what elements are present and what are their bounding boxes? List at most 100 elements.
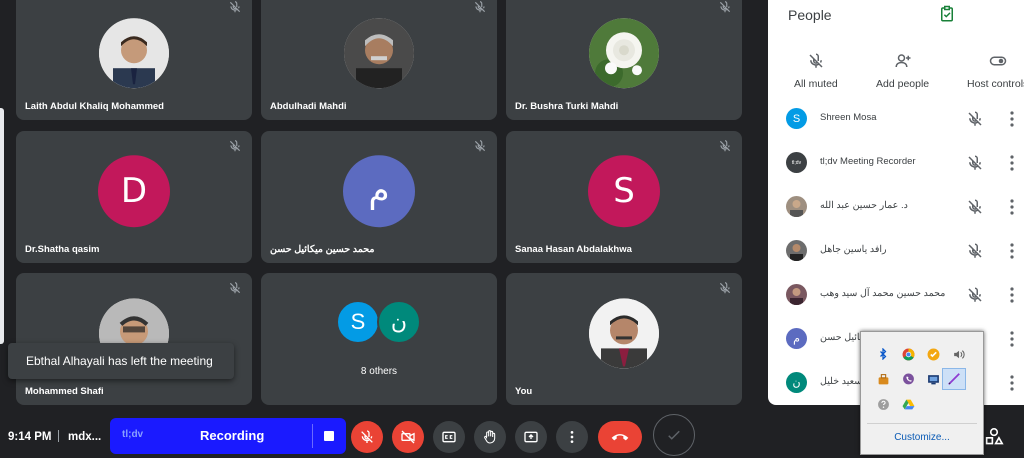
action-label: Host controls [967,78,1024,90]
network-icon[interactable] [926,372,940,386]
participant-tile[interactable]: S Sanaa Hasan Abdalakhwa [506,131,742,263]
mic-off-icon [229,282,241,294]
host-controls-action[interactable]: Host controls [967,52,1024,90]
hand-icon [484,430,496,444]
left-edge-handle [0,108,4,344]
participant-row[interactable]: tl;dv tl;dv Meeting Recorder [768,142,1024,186]
participant-name: محمد حسين ميكائيل حسن [270,244,375,255]
mic-off-icon[interactable] [966,154,984,172]
mic-off-icon[interactable] [966,242,984,260]
more-options-button[interactable] [556,421,588,453]
meeting-code[interactable]: mdx... [68,431,101,443]
participant-name: Sanaa Hasan Abdalakhwa [515,244,632,255]
participant-row[interactable]: محمد حسين محمد آل سيد وهب [768,274,1024,318]
mic-off-icon[interactable] [966,286,984,304]
clipboard-check-icon[interactable] [938,5,956,23]
present-screen-button[interactable] [515,421,547,453]
participant-name: رافد ياسين جاهل [820,244,887,255]
viber-icon[interactable] [901,372,915,386]
participant-initial-avatar: tl;dv [786,152,807,173]
end-call-icon [611,434,629,441]
mic-off-icon [361,430,373,443]
mic-off-icon [809,53,823,68]
participant-row[interactable]: رافد ياسين جاهل [768,230,1024,274]
norton-icon[interactable] [926,347,940,361]
others-avatar-1: S [336,300,380,344]
left-meeting-toast: Ebthal Alhayali has left the meeting [8,343,234,379]
mic-off-icon[interactable] [966,198,984,216]
participant-initial-avatar: ن [786,372,807,393]
mic-off-icon [719,140,731,152]
leave-call-button[interactable] [598,421,642,453]
more-vert-icon[interactable] [1010,330,1014,348]
participant-row[interactable]: د. عمار حسين عبد الله [768,186,1024,230]
participant-name: Dr. Bushra Turki Mahdi [515,101,619,112]
participant-row[interactable]: S Shreen Mosa [768,98,1024,142]
participant-name: Laith Abdul Khaliq Mohammed [25,101,164,112]
participant-initial-avatar: م [786,328,807,349]
others-tile[interactable]: S ن 8 others [261,273,497,405]
participant-avatar [786,196,807,217]
participant-name: محمد حسين محمد آل سيد وهب [820,288,946,299]
pen-tool-icon[interactable] [947,372,961,386]
more-vert-icon[interactable] [1010,242,1014,260]
participant-initial-avatar: S [786,108,807,129]
recorder-brand: tl;dv [122,429,144,440]
participant-initial-avatar: S [588,155,660,228]
more-vert-icon[interactable] [1010,286,1014,304]
more-vert-icon[interactable] [1010,110,1014,128]
mic-off-icon [474,140,486,152]
participant-name: Abdulhadi Mahdi [270,101,347,112]
divider [312,424,313,448]
panel-title: People [788,7,832,23]
participant-initial-avatar: D [98,155,170,228]
shapes-icon [985,428,1004,445]
more-vert-icon[interactable] [1010,154,1014,172]
add-people-action[interactable]: Add people [876,52,929,90]
participant-tile[interactable]: م محمد حسين ميكائيل حسن [261,131,497,263]
captions-button[interactable] [433,421,465,453]
mic-toggle-button[interactable] [351,421,383,453]
help-icon[interactable] [876,397,890,411]
google-drive-icon[interactable] [901,397,915,411]
self-tile[interactable]: You [506,273,742,405]
bag-icon[interactable] [876,372,890,386]
action-label: Add people [876,78,930,90]
customize-link[interactable]: Customize... [861,432,983,443]
camera-off-icon [401,430,415,444]
camera-toggle-button[interactable] [392,421,424,453]
participant-tile[interactable]: Dr. Bushra Turki Mahdi [506,0,742,120]
mic-off-icon [474,1,486,13]
activities-button[interactable] [984,428,1004,446]
divider [867,423,977,424]
mute-all-action[interactable]: All muted [794,52,838,90]
participant-tile[interactable]: D Dr.Shatha qasim [16,131,252,263]
mic-off-icon [229,140,241,152]
clock: 9:14 PM [8,431,52,443]
more-vert-icon[interactable] [1010,198,1014,216]
self-avatar [589,298,659,369]
check-icon [668,430,680,440]
raise-hand-button[interactable] [474,421,506,453]
person-add-icon [895,54,911,68]
mic-off-icon [719,1,731,13]
recording-label: Recording [200,428,265,443]
participant-tile[interactable]: Laith Abdul Khaliq Mohammed [16,0,252,120]
participant-name: Shreen Mosa [820,112,877,123]
mic-off-icon[interactable] [966,110,984,128]
more-vert-icon[interactable] [1010,374,1014,392]
stop-recording-button[interactable] [324,431,334,441]
participant-tile[interactable]: Abdulhadi Mahdi [261,0,497,120]
recording-bar[interactable]: tl;dv Recording [110,418,346,454]
participant-tile[interactable]: Mohammed Shafi [16,273,252,405]
system-tray-overflow: Customize... [860,331,984,455]
participant-avatar [786,284,807,305]
bluetooth-icon[interactable] [876,347,890,361]
volume-icon[interactable] [951,347,965,361]
chrome-icon[interactable] [901,347,915,361]
participant-name: tl;dv Meeting Recorder [820,156,916,167]
more-vert-icon [570,431,574,443]
captions-icon [442,431,456,443]
action-label: All muted [794,78,838,90]
check-button[interactable] [653,414,695,456]
